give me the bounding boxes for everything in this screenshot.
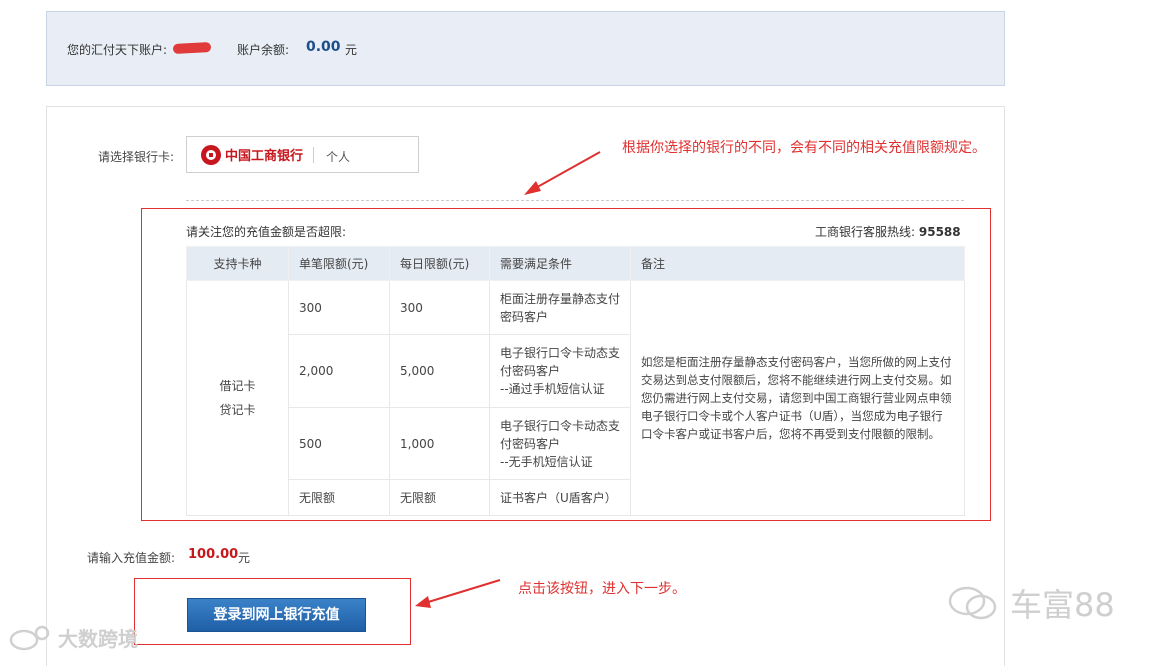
limits-table: 支持卡种 单笔限额(元) 每日限额(元) 需要满足条件 备注 借记卡 贷记卡 3… (186, 246, 965, 516)
wechat-watermark-icon (948, 586, 997, 620)
redacted-account-name (172, 42, 212, 54)
weibo-watermark-icon (9, 625, 50, 651)
amount-unit: 元 (238, 551, 251, 565)
limits-title: 请关注您的充值金额是否超限: (186, 225, 347, 239)
card-type-debit: 借记卡 (219, 379, 256, 393)
bank-divider (313, 147, 314, 163)
daily-limit-cell: 300 (389, 280, 490, 335)
single-limit-cell: 无限额 (288, 479, 390, 516)
table-header-row: 支持卡种 单笔限额(元) 每日限额(元) 需要满足条件 备注 (186, 246, 965, 281)
bank-card-selector[interactable]: 中国工商银行 个人 (186, 136, 419, 173)
bank-select-label: 请选择银行卡: (98, 150, 175, 164)
header-card-type: 支持卡种 (186, 246, 289, 281)
single-limit-cell: 300 (288, 280, 390, 335)
bank-annotation: 根据你选择的银行的不同，会有不同的相关充值限额规定。 (622, 140, 986, 156)
dashed-divider (186, 200, 964, 201)
card-type-credit: 贷记卡 (219, 403, 256, 417)
single-limit-cell: 2,000 (288, 334, 390, 408)
icbc-logo-icon (201, 145, 221, 165)
condition-cell: 电子银行口令卡动态支付密码客户 --无手机短信认证 (489, 407, 631, 480)
balance-label: 账户余额: (237, 43, 290, 57)
header-condition: 需要满足条件 (489, 246, 631, 281)
amount-label: 请输入充值金额: (87, 551, 176, 565)
account-label: 您的汇付天下账户: (67, 43, 168, 57)
login-online-banking-button[interactable]: 登录到网上银行充值 (187, 598, 366, 632)
button-annotation: 点击该按钮，进入下一步。 (518, 581, 686, 597)
hotline: 工商银行客服热线: 95588 (815, 223, 961, 240)
card-owner-type: 个人 (326, 150, 351, 164)
balance-value: 0.00 (306, 39, 341, 55)
condition-cell: 证书客户（U盾客户） (489, 479, 631, 516)
balance-unit: 元 (345, 43, 358, 57)
header-daily-limit: 每日限额(元) (389, 246, 490, 281)
amount-value: 100.00 (188, 547, 239, 562)
single-limit-cell: 500 (288, 407, 390, 480)
card-types-cell: 借记卡 贷记卡 (186, 280, 289, 516)
daily-limit-cell: 无限额 (389, 479, 490, 516)
account-bar: 您的汇付天下账户: 账户余额: 0.00 元 (46, 11, 1005, 86)
bank-name: 中国工商银行 (225, 149, 304, 164)
remark-cell: 如您是柜面注册存量静态支付密码客户，当您所做的网上支付交易达到总支付限额后，您将… (630, 280, 965, 516)
daily-limit-cell: 5,000 (389, 334, 490, 408)
daily-limit-cell: 1,000 (389, 407, 490, 480)
watermark-left-text: 大数跨境 (58, 627, 138, 651)
watermark-right-text: 车富88 (1010, 586, 1115, 624)
header-single-limit: 单笔限额(元) (288, 246, 390, 281)
condition-cell: 电子银行口令卡动态支付密码客户 --通过手机短信认证 (489, 334, 631, 408)
hotline-label: 工商银行客服热线: (815, 225, 916, 239)
hotline-number: 95588 (918, 225, 961, 239)
condition-cell: 柜面注册存量静态支付密码客户 (489, 280, 631, 335)
header-remark: 备注 (630, 246, 965, 281)
table-row: 借记卡 贷记卡 300 300 柜面注册存量静态支付密码客户 如您是柜面注册存量… (186, 280, 965, 516)
